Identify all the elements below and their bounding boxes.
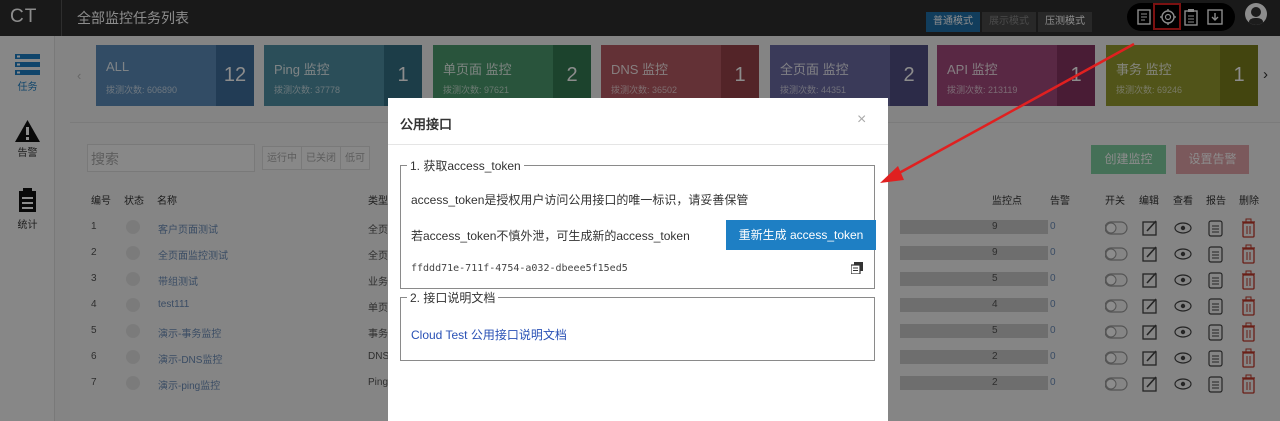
annotation-arrow [880,42,1135,183]
